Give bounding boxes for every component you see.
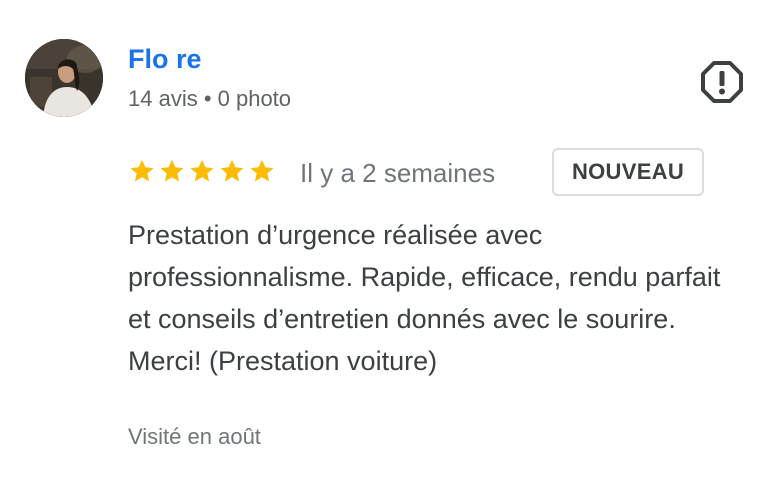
new-badge: NOUVEAU — [552, 148, 704, 196]
visit-date: Visité en août — [128, 424, 261, 449]
avatar[interactable] — [25, 39, 103, 117]
star-rating — [128, 154, 276, 188]
author-stats: 14 avis • 0 photo — [128, 86, 292, 111]
review-card: Flo re 14 avis • 0 photo Il y a 2 semain… — [0, 0, 768, 491]
review-text: Prestation d’urgence réalisée avec profe… — [128, 220, 721, 376]
report-icon[interactable] — [700, 60, 744, 104]
star-icon — [248, 154, 276, 188]
profile-photo-icon — [25, 39, 103, 117]
star-icon — [128, 154, 156, 188]
star-icon — [218, 154, 246, 188]
review-date: Il y a 2 semaines — [300, 158, 496, 188]
star-icon — [158, 154, 186, 188]
star-icon — [188, 154, 216, 188]
author-name[interactable]: Flo re — [128, 42, 202, 76]
